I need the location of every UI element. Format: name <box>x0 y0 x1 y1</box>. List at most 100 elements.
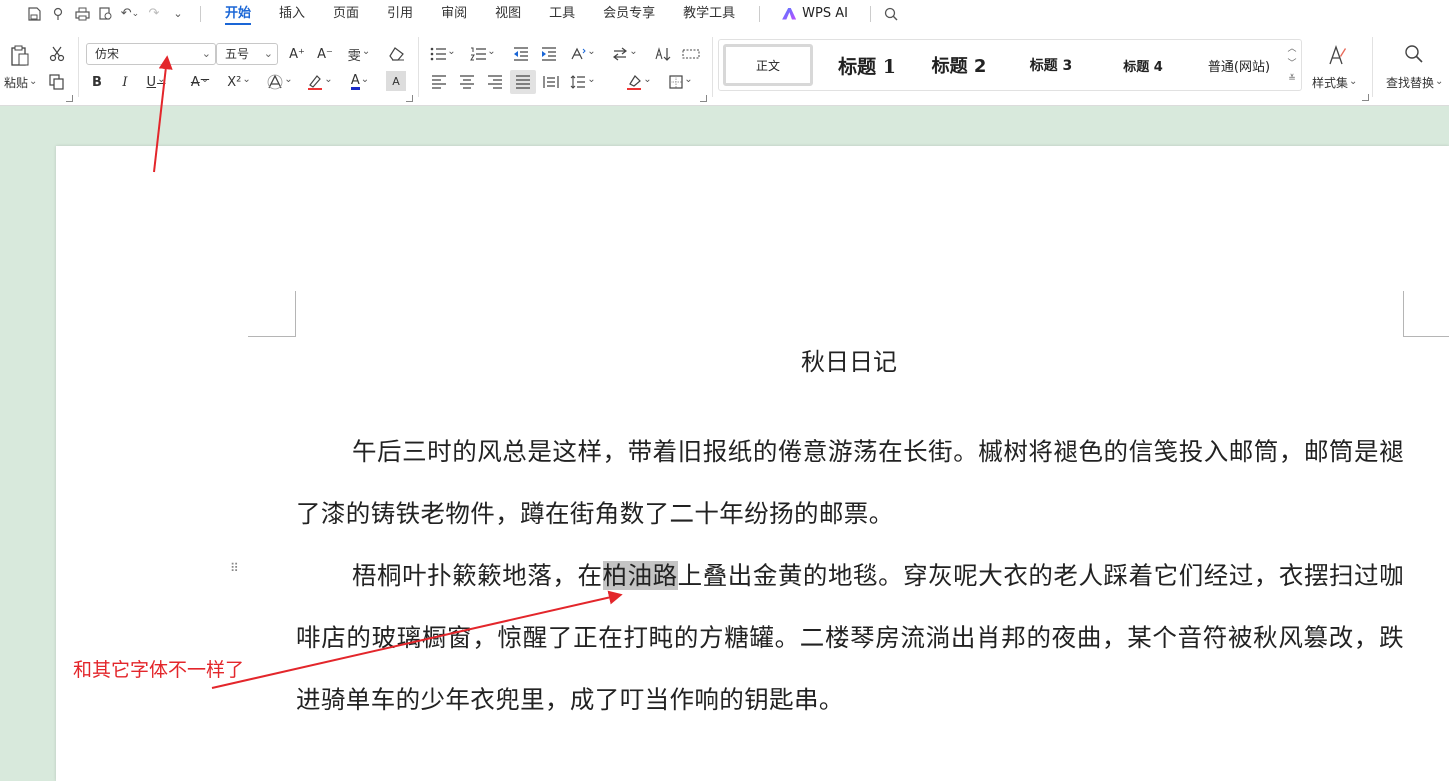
borders-icon[interactable] <box>664 70 698 94</box>
find-replace-label[interactable]: 查找替换 <box>1386 74 1443 91</box>
font-name-select[interactable]: 仿宋 ⌄ <box>86 43 216 65</box>
chinese-layout-icon[interactable] <box>608 42 642 66</box>
divider <box>759 5 761 22</box>
tab-view[interactable]: 视图 <box>481 0 535 27</box>
font-size-select[interactable]: 五号 ⌄ <box>216 43 278 65</box>
text-effects-icon[interactable] <box>264 70 296 94</box>
highlighted-selection[interactable]: 柏油路 <box>602 561 678 590</box>
divider <box>1372 37 1373 97</box>
sort-icon[interactable] <box>650 42 676 66</box>
margin-marker-top-left <box>248 291 296 337</box>
divider <box>712 37 713 97</box>
search-icon[interactable] <box>881 7 901 21</box>
clipboard-group: 粘贴 <box>0 27 76 106</box>
numbering-icon[interactable] <box>466 42 500 66</box>
style-normal-web[interactable]: 普通(网站) <box>1191 44 1287 86</box>
divider <box>869 5 871 22</box>
line-spacing-icon[interactable] <box>566 70 600 94</box>
chevron-down-icon[interactable]: ﹀ <box>1285 57 1299 72</box>
print-preview-icon[interactable] <box>94 3 118 25</box>
find-replace-icon[interactable] <box>1402 41 1426 67</box>
paste-label[interactable]: 粘贴 <box>4 74 37 91</box>
paste-icon[interactable] <box>7 42 33 70</box>
wps-ai-label: WPS AI <box>802 6 848 21</box>
tab-home[interactable]: 开始 <box>211 0 265 27</box>
distributed-icon[interactable] <box>538 70 564 94</box>
italic-icon[interactable]: I <box>112 70 138 94</box>
annotation-text: 和其它字体不一样了 <box>73 659 245 681</box>
style-normal[interactable]: 正文 <box>723 44 813 86</box>
grow-font-icon[interactable]: A⁺ <box>284 42 310 66</box>
paragraph-2[interactable]: 梧桐叶扑簌簌地落，在柏油路上叠出金黄的地毯。穿灰呢大衣的老人踩着它们经过，衣摆扫… <box>296 545 1404 731</box>
drag-handle-icon[interactable]: ⠿ <box>230 562 240 582</box>
wps-ai-button[interactable]: WPS AI <box>770 6 860 21</box>
character-shading-icon[interactable]: A <box>386 71 406 91</box>
style-heading-1[interactable]: 标题 1 <box>823 44 911 86</box>
tab-review[interactable]: 审阅 <box>427 0 481 27</box>
undo-icon[interactable]: ↶ ⌄ <box>118 3 142 25</box>
style-set-icon[interactable] <box>1325 42 1349 68</box>
styles-scroll[interactable]: ︿ ﹀ ≚ <box>1285 42 1299 87</box>
document-title[interactable]: 秋日日记 <box>56 342 1449 377</box>
chevron-up-icon[interactable]: ︿ <box>1285 42 1299 57</box>
bullets-icon[interactable] <box>426 42 460 66</box>
shading-icon[interactable] <box>622 70 656 94</box>
paragraph-group <box>420 27 710 106</box>
tab-membership[interactable]: 会员专享 <box>589 0 669 27</box>
redo-icon[interactable]: ↷ <box>142 3 166 25</box>
show-marks-icon[interactable] <box>678 42 704 66</box>
paragraph-launcher-icon[interactable] <box>700 95 707 102</box>
divider <box>418 37 419 97</box>
font-group: 仿宋 ⌄ 五号 ⌄ A⁺ A⁻ 雯 B I U A X² A A <box>80 27 416 106</box>
styles-gallery: 正文 标题 1 标题 2 标题 3 标题 4 普通(网站) ︿ ﹀ ≚ <box>718 39 1302 91</box>
divider <box>200 5 201 22</box>
style-set-label[interactable]: 样式集 <box>1312 74 1357 91</box>
chevron-down-icon: ⌄ <box>263 47 273 60</box>
align-right-icon[interactable] <box>482 70 508 94</box>
chevron-down-icon: ⌄ <box>201 47 211 60</box>
font-color-glyph: A <box>350 73 360 90</box>
text-direction-icon[interactable] <box>566 42 600 66</box>
menubar: ↶ ⌄ ↷ ⌄ 开始 插入 页面 引用 审阅 视图 工具 会员专享 教学工具 WP… <box>0 0 1449 27</box>
font-color-icon[interactable]: A <box>344 70 376 94</box>
copy-icon[interactable] <box>44 70 70 94</box>
clear-format-icon[interactable] <box>384 42 410 66</box>
style-heading-2[interactable]: 标题 2 <box>915 44 1003 86</box>
font-size-value: 五号 <box>225 47 250 61</box>
increase-indent-icon[interactable] <box>536 42 562 66</box>
bold-icon[interactable]: B <box>84 70 110 94</box>
clipboard-launcher-icon[interactable] <box>66 95 73 102</box>
tab-insert[interactable]: 插入 <box>265 0 319 27</box>
style-heading-4[interactable]: 标题 4 <box>1099 44 1187 86</box>
paragraph-2-start: 梧桐叶扑簌簌地落，在 <box>352 561 603 590</box>
styles-launcher-icon[interactable] <box>1362 94 1369 101</box>
strikethrough-icon[interactable]: A <box>184 70 216 94</box>
export-pdf-icon[interactable] <box>46 3 70 25</box>
divider <box>78 37 79 97</box>
style-heading-3[interactable]: 标题 3 <box>1007 44 1095 86</box>
shrink-font-icon[interactable]: A⁻ <box>312 42 338 66</box>
tab-teaching-tools[interactable]: 教学工具 <box>669 0 749 27</box>
tab-page[interactable]: 页面 <box>319 0 373 27</box>
tab-tools[interactable]: 工具 <box>535 0 589 27</box>
quick-access-toolbar: ↶ ⌄ ↷ ⌄ <box>0 0 190 27</box>
phonetic-guide-icon[interactable]: 雯 <box>342 42 376 66</box>
decrease-indent-icon[interactable] <box>508 42 534 66</box>
highlight-icon[interactable] <box>304 70 336 94</box>
cut-icon[interactable] <box>44 42 70 66</box>
margin-marker-top-right <box>1403 291 1449 337</box>
justify-icon[interactable] <box>510 70 536 94</box>
save-icon[interactable] <box>22 3 46 25</box>
document-page[interactable]: 秋日日记 午后三时的风总是这样，带着旧报纸的倦意游荡在长街。槭树将褪色的信笺投入… <box>56 146 1449 781</box>
print-icon[interactable] <box>70 3 94 25</box>
tab-references[interactable]: 引用 <box>373 0 427 27</box>
quick-access-more-icon[interactable]: ⌄ <box>166 3 190 25</box>
paragraph-1[interactable]: 午后三时的风总是这样，带着旧报纸的倦意游荡在长街。槭树将褪色的信笺投入邮筒，邮筒… <box>296 421 1404 545</box>
superscript-icon[interactable]: X² <box>222 70 256 94</box>
font-launcher-icon[interactable] <box>406 95 413 102</box>
expand-gallery-icon[interactable]: ≚ <box>1285 72 1299 87</box>
align-left-icon[interactable] <box>426 70 452 94</box>
align-center-icon[interactable] <box>454 70 480 94</box>
underline-icon[interactable]: U <box>140 70 172 94</box>
wps-ai-icon <box>782 7 797 20</box>
